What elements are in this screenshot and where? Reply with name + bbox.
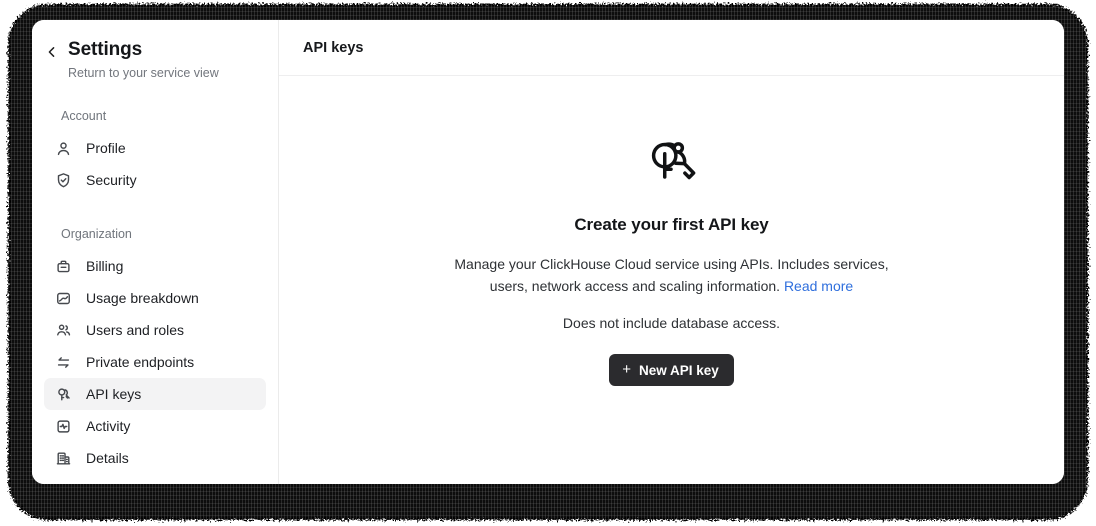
arrows-exchange-icon [54,353,72,371]
main-header: API keys [279,20,1064,76]
user-icon [54,139,72,157]
sidebar-group-account: Profile Security [32,132,278,196]
chevron-left-icon[interactable] [42,46,62,58]
empty-state-description: Manage your ClickHouse Cloud service usi… [442,253,902,297]
sidebar-item-label: Details [86,450,129,466]
sidebar-item-label: Users and roles [86,322,185,338]
new-api-key-button-label: New API key [638,362,719,378]
sidebar-item-users-and-roles[interactable]: Users and roles [44,314,266,346]
new-api-key-button[interactable]: + New API key [609,354,734,386]
sidebar-item-billing[interactable]: Billing [44,250,266,282]
sidebar-header-texts: Settings Return to your service view [62,38,219,81]
empty-state: Create your first API key Manage your Cl… [279,76,1064,484]
keys-icon [54,385,72,403]
sidebar-group-label-account: Account [61,109,107,123]
sidebar-item-label: Private endpoints [86,354,195,370]
sidebar-item-label: API keys [86,386,142,402]
sidebar-item-details[interactable]: Details [44,442,266,474]
empty-state-title: Create your first API key [574,215,769,234]
sidebar-item-label: Activity [86,418,131,434]
users-icon [54,321,72,339]
page-title: API keys [303,39,364,56]
main-content: API keys Create your first API key Manag… [279,20,1064,484]
sidebar-item-api-keys[interactable]: API keys [44,378,266,410]
sidebar-item-usage-breakdown[interactable]: Usage breakdown [44,282,266,314]
settings-title: Settings [68,39,143,60]
building-icon [54,449,72,467]
sidebar-item-label: Usage breakdown [86,290,199,306]
sidebar-group-label-organization: Organization [61,227,132,241]
sidebar-item-activity[interactable]: Activity [44,410,266,442]
sidebar-item-security[interactable]: Security [44,164,266,196]
briefcase-icon [54,257,72,275]
sidebar-header: Settings Return to your service view [32,20,278,81]
sidebar-item-label: Billing [86,258,124,274]
sidebar-item-label: Security [86,172,137,188]
sidebar-item-label: Profile [86,140,126,156]
activity-square-icon [54,417,72,435]
sidebar-item-private-endpoints[interactable]: Private endpoints [44,346,266,378]
two-keys-icon [640,129,704,193]
settings-window: Settings Return to your service view Acc… [32,20,1064,484]
sidebar-group-organization: Billing Usage breakdown Users and roles … [32,250,278,474]
chart-image-icon [54,289,72,307]
empty-state-note: Does not include database access. [562,315,781,331]
shield-check-icon [54,171,72,189]
plus-icon: + [622,361,631,378]
sidebar-item-profile[interactable]: Profile [44,132,266,164]
settings-subtitle[interactable]: Return to your service view [68,65,219,81]
read-more-link[interactable]: Read more [784,278,853,294]
sidebar: Settings Return to your service view Acc… [32,20,279,484]
